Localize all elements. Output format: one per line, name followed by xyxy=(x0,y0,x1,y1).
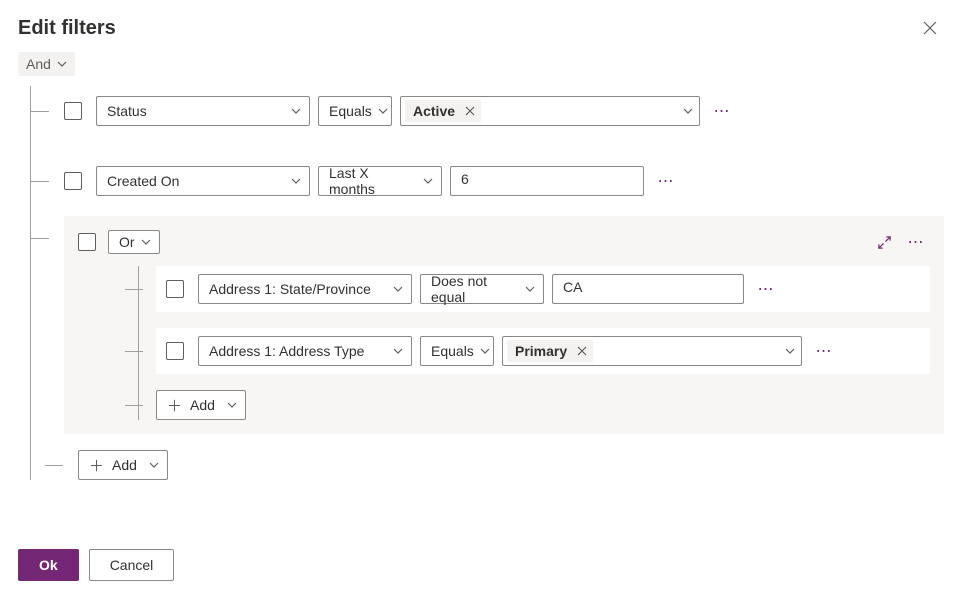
operator-label: Does not equal xyxy=(431,273,519,305)
chevron-down-icon xyxy=(291,173,301,189)
root-group-operator-label: And xyxy=(26,56,51,72)
subgroup-operator-label: Or xyxy=(119,234,135,250)
add-label: Add xyxy=(112,457,137,473)
value-text: CA xyxy=(563,279,582,295)
chevron-down-icon xyxy=(378,103,388,119)
operator-select[interactable]: Equals xyxy=(318,96,392,126)
field-select-address-type[interactable]: Address 1: Address Type xyxy=(198,336,412,366)
operator-label: Equals xyxy=(329,103,372,119)
chevron-down-icon xyxy=(525,281,535,297)
chevron-down-icon xyxy=(683,103,693,119)
collapse-group-button[interactable] xyxy=(870,228,898,256)
field-select-address-state[interactable]: Address 1: State/Province xyxy=(198,274,412,304)
operator-select[interactable]: Equals xyxy=(420,336,494,366)
root-group-operator[interactable]: And xyxy=(18,52,75,76)
value-input[interactable]: CA xyxy=(552,274,744,304)
field-label: Status xyxy=(107,103,147,119)
chevron-down-icon xyxy=(149,457,159,473)
group-checkbox[interactable] xyxy=(78,233,96,251)
value-tag-label: Active xyxy=(413,103,455,119)
value-tag-label: Primary xyxy=(515,343,567,359)
add-condition-button[interactable]: ＋ Add xyxy=(78,450,168,480)
chevron-down-icon xyxy=(393,281,403,297)
chevron-down-icon xyxy=(393,343,403,359)
chevron-down-icon xyxy=(291,103,301,119)
filter-subgroup: Or ⋯ xyxy=(64,216,944,434)
field-select-createdon[interactable]: Created On xyxy=(96,166,310,196)
field-label: Created On xyxy=(107,173,179,189)
row-more-button[interactable]: ⋯ xyxy=(652,167,680,195)
branch-line xyxy=(125,289,143,290)
field-label: Address 1: State/Province xyxy=(209,281,371,297)
value-tag: Primary xyxy=(507,340,593,362)
branch-line xyxy=(31,238,49,239)
field-label: Address 1: Address Type xyxy=(209,343,364,359)
value-tag-select[interactable]: Active xyxy=(400,96,700,126)
branch-line xyxy=(31,181,49,182)
value-tag: Active xyxy=(405,100,481,122)
plus-icon: ＋ xyxy=(89,455,104,476)
operator-label: Equals xyxy=(431,343,474,359)
branch-line xyxy=(125,351,143,352)
chevron-down-icon xyxy=(423,173,433,189)
remove-tag-button[interactable] xyxy=(465,103,475,119)
chevron-down-icon xyxy=(227,397,237,413)
add-label: Add xyxy=(190,397,215,413)
row-checkbox[interactable] xyxy=(64,102,82,120)
row-checkbox[interactable] xyxy=(166,342,184,360)
row-more-button[interactable]: ⋯ xyxy=(708,97,736,125)
chevron-down-icon xyxy=(480,343,490,359)
operator-select[interactable]: Does not equal xyxy=(420,274,544,304)
row-checkbox[interactable] xyxy=(166,280,184,298)
group-more-button[interactable]: ⋯ xyxy=(902,228,930,256)
row-more-button[interactable]: ⋯ xyxy=(752,275,780,303)
cancel-button[interactable]: Cancel xyxy=(89,549,175,581)
branch-line xyxy=(45,465,63,466)
branch-line xyxy=(125,405,143,406)
chevron-down-icon xyxy=(57,56,67,72)
value-input[interactable]: 6 xyxy=(450,166,644,196)
tree-connector xyxy=(30,86,31,480)
close-button[interactable] xyxy=(916,14,944,42)
ok-button[interactable]: Ok xyxy=(18,549,79,581)
branch-line xyxy=(31,111,49,112)
value-text: 6 xyxy=(461,171,469,187)
remove-tag-button[interactable] xyxy=(577,343,587,359)
operator-label: Last X months xyxy=(329,165,417,197)
dialog-title: Edit filters xyxy=(18,17,116,40)
field-select-status[interactable]: Status xyxy=(96,96,310,126)
row-more-button[interactable]: ⋯ xyxy=(810,337,838,365)
plus-icon: ＋ xyxy=(167,395,182,416)
chevron-down-icon xyxy=(141,234,151,250)
value-tag-select[interactable]: Primary xyxy=(502,336,802,366)
close-icon xyxy=(923,21,937,35)
chevron-down-icon xyxy=(785,343,795,359)
row-checkbox[interactable] xyxy=(64,172,82,190)
add-condition-button[interactable]: ＋ Add xyxy=(156,390,246,420)
subgroup-operator[interactable]: Or xyxy=(108,230,160,254)
collapse-icon xyxy=(877,235,892,250)
operator-select[interactable]: Last X months xyxy=(318,166,442,196)
